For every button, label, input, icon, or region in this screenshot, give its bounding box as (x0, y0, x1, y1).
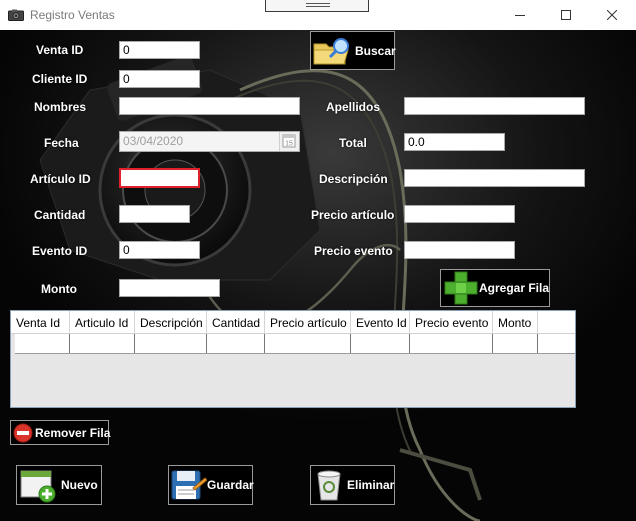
grid-header: Venta Id Articulo Id Descripción Cantida… (11, 311, 575, 334)
guardar-button[interactable]: Guardar (168, 465, 254, 505)
total-input[interactable]: 0.0 (404, 133, 505, 151)
table-cell[interactable] (410, 334, 493, 353)
folder-search-icon (313, 37, 349, 64)
recycle-bin-icon (317, 470, 341, 501)
form-client-area: Venta ID 0 Buscar Cliente ID 0 Nombres A… (0, 30, 636, 521)
calendar-icon: 15 (282, 134, 296, 148)
drag-handle[interactable] (265, 0, 369, 12)
agregar-fila-label: Agregar Fila (479, 281, 550, 295)
table-cell[interactable] (135, 334, 207, 353)
apellidos-input[interactable] (404, 97, 585, 115)
table-cell[interactable] (351, 334, 410, 353)
table-cell[interactable] (15, 334, 70, 353)
new-window-icon (20, 470, 56, 503)
buscar-button[interactable]: Buscar (310, 31, 396, 70)
grid-column-header[interactable]: Precio evento (410, 311, 493, 333)
precio-articulo-label: Precio artículo (311, 208, 395, 222)
agregar-fila-button[interactable]: Agregar Fila (440, 269, 550, 307)
apellidos-label: Apellidos (326, 100, 381, 114)
title-bar: Registro Ventas (0, 0, 636, 30)
grid-column-header[interactable]: Evento Id (351, 311, 410, 333)
evento-id-input[interactable]: 0 (119, 241, 200, 259)
close-button[interactable] (589, 0, 635, 30)
grid-column-header[interactable]: Articulo Id (70, 311, 135, 333)
descripcion-input[interactable] (404, 169, 585, 187)
grid-column-header[interactable]: Descripción (135, 311, 207, 333)
fecha-value: 03/04/2020 (123, 134, 184, 148)
table-cell[interactable] (265, 334, 351, 353)
nuevo-button[interactable]: Nuevo (16, 465, 102, 505)
camera-icon (8, 9, 24, 21)
monto-input[interactable] (119, 279, 220, 297)
table-cell[interactable] (493, 334, 538, 353)
minimize-icon (515, 15, 525, 16)
precio-evento-label: Precio evento (314, 244, 393, 258)
nombres-input[interactable] (119, 97, 300, 115)
grid-column-header[interactable]: Cantidad (207, 311, 265, 333)
remover-fila-button[interactable]: Remover Fila (10, 420, 111, 445)
table-row[interactable] (15, 334, 575, 354)
guardar-label: Guardar (207, 478, 254, 492)
fecha-label: Fecha (44, 136, 79, 150)
table-cell[interactable] (70, 334, 135, 353)
venta-id-input[interactable]: 0 (119, 41, 200, 59)
venta-id-label: Venta ID (36, 43, 84, 57)
cliente-id-label: Cliente ID (32, 72, 88, 86)
cliente-id-input[interactable]: 0 (119, 70, 200, 88)
precio-evento-input[interactable] (404, 241, 515, 259)
close-icon (607, 10, 617, 20)
remove-icon (13, 423, 33, 442)
eliminar-label: Eliminar (347, 478, 395, 492)
ventas-grid[interactable]: Venta Id Articulo Id Descripción Cantida… (10, 310, 576, 408)
add-icon (444, 271, 478, 305)
buscar-label: Buscar (355, 43, 396, 58)
evento-id-label: Evento ID (32, 244, 88, 258)
articulo-id-label: Artículo ID (30, 172, 91, 186)
minimize-button[interactable] (497, 0, 543, 30)
nombres-label: Nombres (34, 100, 87, 114)
grid-column-header[interactable]: Precio artículo (265, 311, 351, 333)
articulo-id-input[interactable] (119, 168, 200, 188)
cantidad-label: Cantidad (34, 208, 86, 222)
cantidad-input[interactable] (119, 205, 190, 223)
fecha-datepicker[interactable]: 03/04/2020 15 (119, 131, 300, 152)
maximize-button[interactable] (543, 0, 589, 30)
monto-label: Monto (41, 282, 77, 296)
maximize-icon (561, 10, 571, 20)
eliminar-button[interactable]: Eliminar (310, 465, 395, 505)
nuevo-label: Nuevo (61, 478, 98, 492)
remover-fila-label: Remover Fila (35, 425, 111, 440)
total-label: Total (339, 136, 367, 150)
window-title: Registro Ventas (30, 8, 115, 22)
calendar-button[interactable]: 15 (279, 132, 299, 151)
precio-articulo-input[interactable] (404, 205, 515, 223)
grid-column-header[interactable]: Venta Id (11, 311, 70, 333)
svg-text:15: 15 (285, 141, 293, 148)
table-cell[interactable] (207, 334, 265, 353)
descripcion-label: Descripción (319, 172, 388, 186)
save-icon (171, 470, 207, 500)
grid-column-header[interactable]: Monto (493, 311, 538, 333)
